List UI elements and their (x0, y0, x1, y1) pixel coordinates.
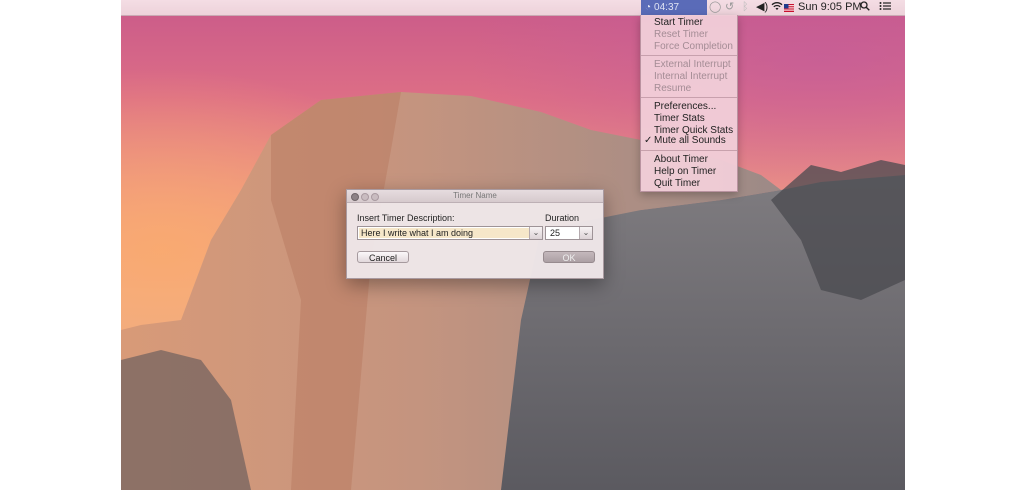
description-dropdown-button[interactable]: ⌄ (529, 227, 542, 239)
checkmark-icon: ✓ (644, 135, 653, 146)
timer-dropdown-menu: Start Timer Reset Timer Force Completion… (640, 15, 738, 192)
menu-bar-container: ◔ 04:37 ◯ ↺ ᛒ ◀) Sun 9:05 PM Start Timer… (121, 0, 905, 279)
menu-item-resume[interactable]: Resume (654, 83, 691, 95)
timer-icon: ◔ (645, 2, 652, 13)
duration-combobox[interactable]: 25 ⌄ (545, 226, 593, 240)
menu-item-preferences[interactable]: Preferences... (654, 101, 716, 113)
chat-bubble-icon[interactable]: ◯ (709, 1, 721, 14)
menu-item-about-timer[interactable]: About Timer (654, 154, 708, 166)
menu-item-external-interrupt[interactable]: External Interrupt (654, 59, 731, 71)
timer-status-text: 04:37 (654, 2, 680, 13)
cancel-button[interactable]: Cancel (357, 251, 409, 263)
timer-status-item[interactable]: ◔ 04:37 (641, 0, 707, 15)
menu-item-quit-timer[interactable]: Quit Timer (654, 178, 700, 190)
notification-list-icon[interactable] (879, 1, 891, 15)
ok-button[interactable]: OK (543, 251, 595, 263)
description-input[interactable] (359, 228, 529, 238)
menu-item-mute-all-sounds[interactable]: Mute all Sounds (654, 135, 726, 147)
duration-label: Duration (545, 213, 580, 223)
duration-value: 25 (550, 228, 561, 238)
menu-item-reset-timer[interactable]: Reset Timer (654, 29, 708, 41)
menu-separator (641, 97, 737, 98)
menu-separator (641, 150, 737, 151)
menu-item-start-timer[interactable]: Start Timer (654, 17, 703, 29)
menu-item-timer-stats[interactable]: Timer Stats (654, 113, 705, 125)
time-machine-icon[interactable]: ↺ (725, 1, 734, 14)
bluetooth-icon[interactable]: ᛒ (742, 1, 749, 14)
chevron-down-icon: ⌄ (532, 228, 540, 237)
duration-dropdown-button[interactable]: ⌄ (579, 227, 592, 239)
chevron-down-icon: ⌄ (582, 228, 590, 237)
timer-name-dialog: Timer Name Insert Timer Description: Dur… (346, 189, 604, 279)
volume-icon[interactable]: ◀) (756, 1, 768, 14)
search-icon[interactable] (860, 1, 870, 15)
menu-item-internal-interrupt[interactable]: Internal Interrupt (654, 71, 727, 83)
dialog-title: Timer Name (453, 191, 497, 200)
us-flag-icon[interactable] (784, 3, 794, 16)
dialog-titlebar[interactable]: Timer Name (347, 190, 603, 203)
menu-item-force-completion[interactable]: Force Completion (654, 41, 733, 53)
menu-item-help-on-timer[interactable]: Help on Timer (654, 166, 716, 178)
description-combobox[interactable]: ⌄ (357, 226, 543, 240)
wifi-icon[interactable] (771, 1, 783, 15)
menu-separator (641, 55, 737, 56)
menu-bar-clock[interactable]: Sun 9:05 PM (798, 1, 862, 14)
description-label: Insert Timer Description: (357, 213, 455, 223)
